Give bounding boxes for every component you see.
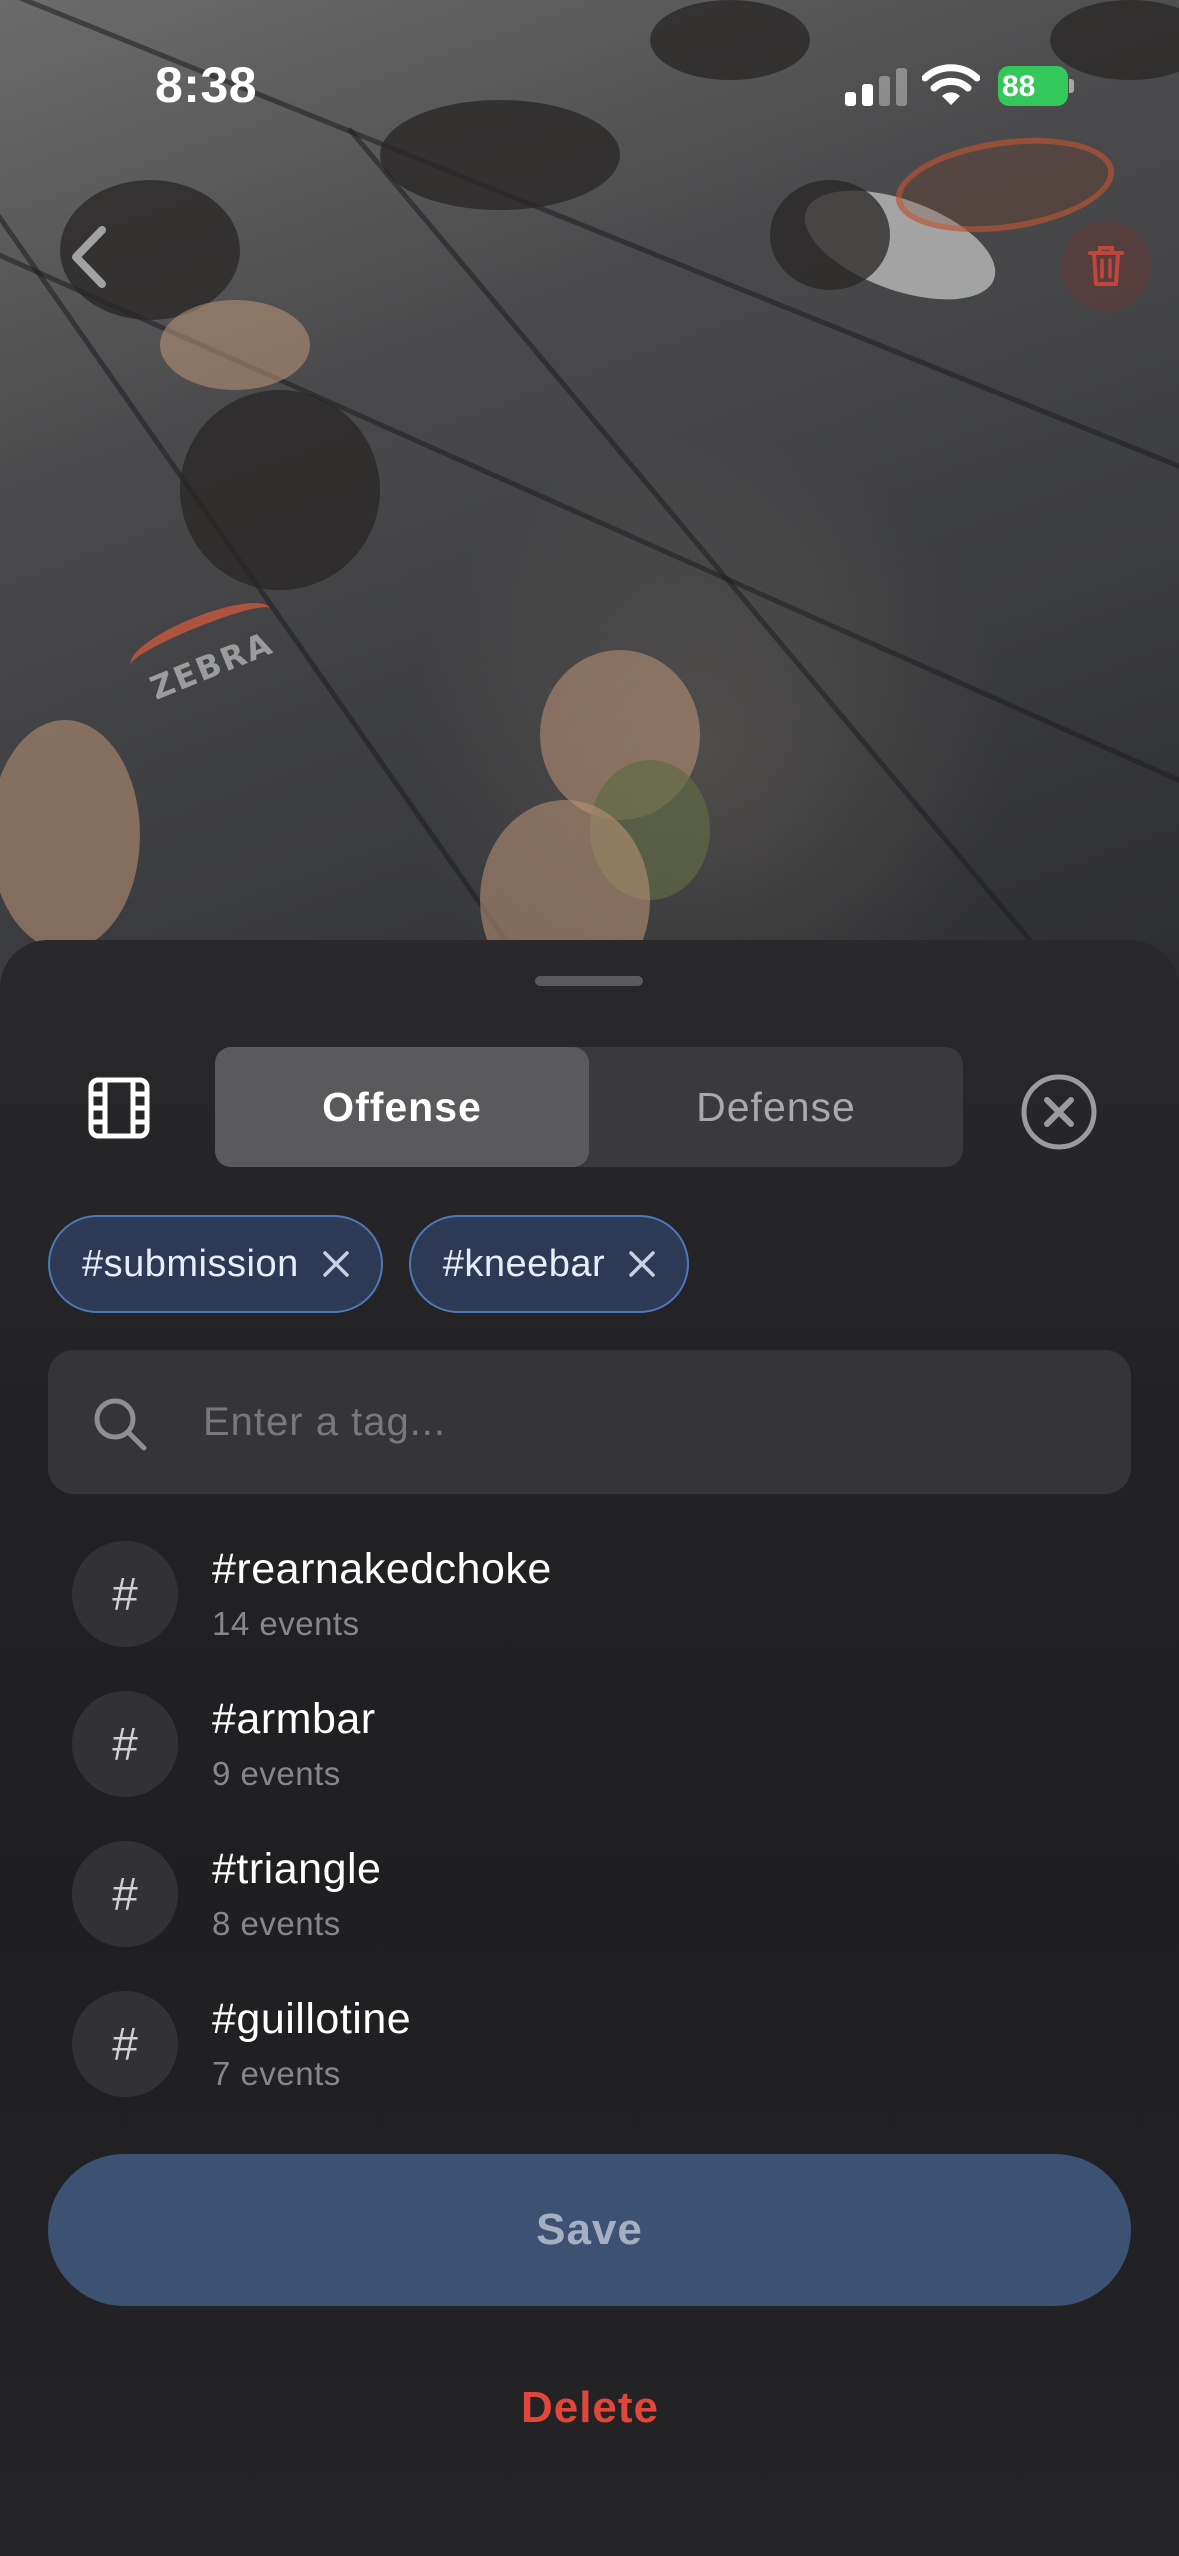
mat-logo: ZEBRA xyxy=(110,566,329,724)
remove-tag-icon[interactable] xyxy=(627,1249,657,1279)
athlete-figure xyxy=(770,180,890,290)
film-icon[interactable] xyxy=(88,1077,150,1139)
athlete-figure xyxy=(0,720,140,950)
tag-chip-label: #kneebar xyxy=(442,1242,606,1285)
tag-name: #rearnakedchoke xyxy=(212,1545,552,1593)
tag-event-count: 7 events xyxy=(212,2055,341,2092)
tag-suggestion-item[interactable]: # #guillotine 7 events xyxy=(0,1985,1179,2135)
tag-event-count: 14 events xyxy=(212,1605,360,1642)
tag-event-count: 8 events xyxy=(212,1905,341,1942)
hash-icon: # xyxy=(72,1691,178,1797)
trash-icon xyxy=(1088,246,1124,286)
cellular-signal-icon xyxy=(845,66,907,106)
save-button[interactable]: Save xyxy=(48,2154,1131,2306)
search-icon xyxy=(94,1398,147,1451)
trash-button[interactable] xyxy=(1061,221,1151,311)
tag-event-count: 9 events xyxy=(212,1755,341,1792)
tag-suggestion-item[interactable]: # #rearnakedchoke 14 events xyxy=(0,1535,1179,1685)
hash-icon: # xyxy=(72,1841,178,1947)
tag-suggestion-list: # #rearnakedchoke 14 events # #armbar 9 … xyxy=(0,1535,1179,2135)
tag-chip[interactable]: #kneebar xyxy=(408,1215,690,1313)
selected-tags: #submission #kneebar xyxy=(48,1215,690,1313)
status-bar: 8:38 88 xyxy=(0,0,1179,150)
tag-search-input[interactable] xyxy=(203,1380,1083,1464)
tag-name: #guillotine xyxy=(212,1995,412,2043)
battery-icon: 88 xyxy=(998,66,1074,106)
battery-level: 88 xyxy=(998,66,1068,106)
tag-chip-label: #submission xyxy=(82,1242,299,1285)
tag-chip[interactable]: #submission xyxy=(48,1215,383,1313)
battery-percent: 88 xyxy=(1002,70,1036,103)
athlete-figure xyxy=(160,300,310,390)
delete-button[interactable]: Delete xyxy=(440,2370,740,2446)
sheet-grabber[interactable] xyxy=(535,976,643,986)
tag-suggestion-item[interactable]: # #armbar 9 events xyxy=(0,1685,1179,1835)
tag-suggestion-item[interactable]: # #triangle 8 events xyxy=(0,1835,1179,1985)
tab-defense[interactable]: Defense xyxy=(589,1047,963,1167)
tag-name: #triangle xyxy=(212,1845,382,1893)
tag-name: #armbar xyxy=(212,1695,376,1743)
status-time: 8:38 xyxy=(155,57,258,113)
hash-icon: # xyxy=(72,1541,178,1647)
close-circle-icon[interactable] xyxy=(1020,1073,1098,1151)
tab-offense[interactable]: Offense xyxy=(215,1047,589,1167)
back-chevron-icon[interactable] xyxy=(64,222,114,292)
wifi-icon xyxy=(922,64,980,105)
athlete-figure xyxy=(180,390,380,590)
video-frame: ZEBRA xyxy=(0,0,1179,1000)
tag-search-box[interactable] xyxy=(48,1350,1131,1494)
hash-icon: # xyxy=(72,1991,178,2097)
remove-tag-icon[interactable] xyxy=(321,1249,351,1279)
offense-defense-toggle[interactable]: Offense Defense xyxy=(215,1047,963,1167)
